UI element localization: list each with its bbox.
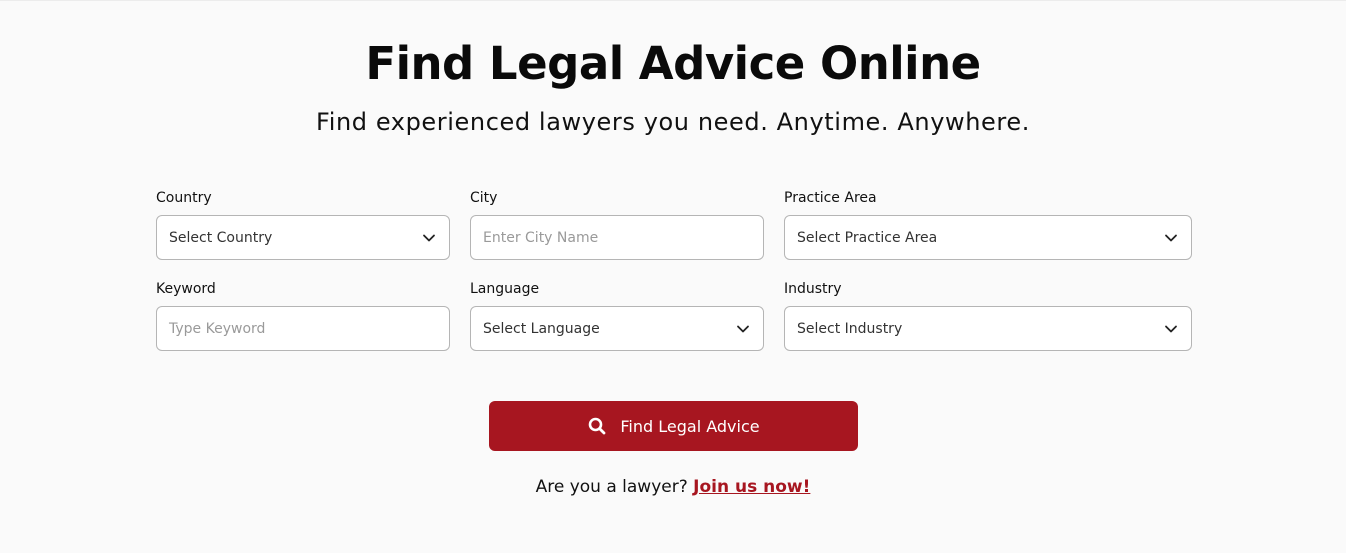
country-label: Country <box>156 190 212 206</box>
industry-label: Industry <box>784 281 842 297</box>
join-prompt-text: Are you a lawyer? <box>535 477 688 497</box>
join-us-link[interactable]: Join us now! <box>693 477 810 497</box>
find-legal-advice-button-label: Find Legal Advice <box>620 416 760 436</box>
join-prompt-line: Are you a lawyer? Join us now! <box>0 474 1346 500</box>
find-legal-advice-button[interactable]: Find Legal Advice <box>489 401 858 451</box>
city-input[interactable]: Enter City Name <box>470 215 764 260</box>
industry-select-value: Select Industry <box>797 321 903 337</box>
chevron-down-icon <box>1165 234 1177 242</box>
keyword-input-placeholder: Type Keyword <box>169 321 266 337</box>
country-field: Country Select Country <box>156 188 450 260</box>
industry-select[interactable]: Select Industry <box>784 306 1192 351</box>
language-select[interactable]: Select Language <box>470 306 764 351</box>
keyword-field: Keyword Type Keyword <box>156 279 450 351</box>
country-select[interactable]: Select Country <box>156 215 450 260</box>
practice-area-field: Practice Area Select Practice Area <box>784 188 1192 260</box>
search-icon <box>589 417 606 435</box>
language-label: Language <box>470 281 540 297</box>
language-select-value: Select Language <box>483 321 600 337</box>
practice-area-label: Practice Area <box>784 190 877 206</box>
page: Find Legal Advice Online Find experience… <box>0 0 1346 553</box>
industry-field: Industry Select Industry <box>784 279 1192 351</box>
practice-area-select-value: Select Practice Area <box>797 230 938 246</box>
city-label: City <box>470 190 498 206</box>
chevron-down-icon <box>737 325 749 333</box>
city-field: City Enter City Name <box>470 188 764 260</box>
page-title: Find Legal Advice Online <box>365 37 981 90</box>
keyword-label: Keyword <box>156 281 216 297</box>
find-legal-advice-button-content: Find Legal Advice <box>489 401 858 451</box>
practice-area-select[interactable]: Select Practice Area <box>784 215 1192 260</box>
keyword-input[interactable]: Type Keyword <box>156 306 450 351</box>
country-select-value: Select Country <box>169 230 273 246</box>
language-field: Language Select Language <box>470 279 764 351</box>
chevron-down-icon <box>1165 325 1177 333</box>
city-input-placeholder: Enter City Name <box>483 230 599 246</box>
chevron-down-icon <box>423 234 435 242</box>
page-subtitle: Find experienced lawyers you need. Anyti… <box>316 108 1030 136</box>
